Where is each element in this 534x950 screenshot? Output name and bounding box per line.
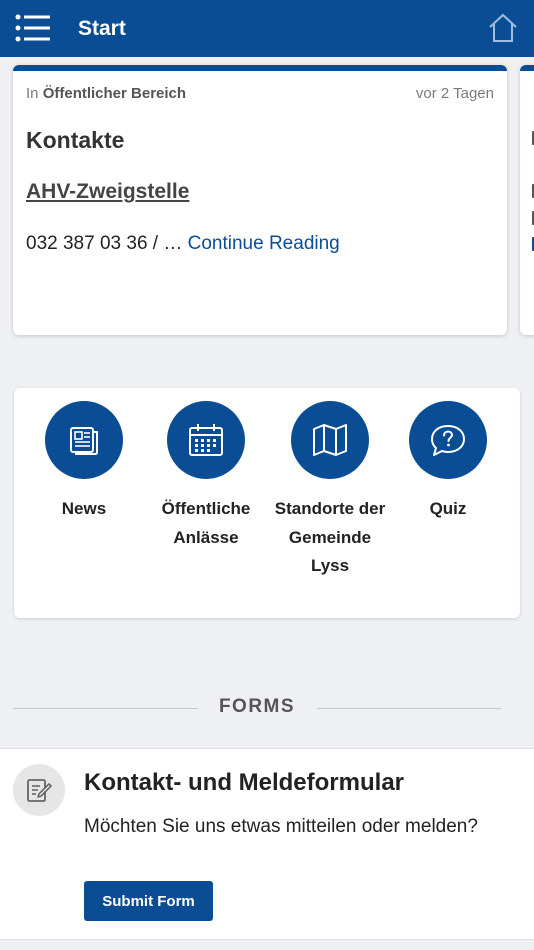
card-heading-link[interactable]: AHV-Zweigstelle [26, 180, 189, 204]
quick-link-locations[interactable]: Standorte der Gemeinde Lyss [270, 401, 390, 581]
map-icon [291, 401, 369, 479]
top-app-bar: Start [0, 0, 534, 57]
quick-link-label: Quiz [429, 499, 467, 518]
list-menu-icon[interactable] [14, 14, 54, 42]
quick-links-panel: News Öffentliche Anlässe Standorte der G… [14, 388, 520, 618]
forms-section-label: FORMS [218, 696, 296, 717]
meta-prefix: In [26, 85, 39, 102]
card-category[interactable]: Öffentlicher Bereich [43, 85, 186, 102]
form-title: Kontakt- und Meldeformular [84, 769, 405, 796]
card-excerpt-text: 032 387 03 36 / … [26, 233, 183, 254]
continue-reading-link[interactable]: Continue Reading [188, 233, 340, 254]
quick-link-label: Standorte der Gemeinde Lyss [274, 499, 386, 575]
card-meta: In Öffentlicher Bereich vor 2 Tagen [26, 85, 494, 102]
question-bubble-icon [409, 401, 487, 479]
card-title: Kontakte [26, 127, 125, 153]
card-timestamp: vor 2 Tagen [415, 85, 494, 102]
calendar-icon [167, 401, 245, 479]
edit-form-icon [13, 764, 65, 816]
quick-link-events[interactable]: Öffentliche Anlässe [146, 401, 266, 552]
form-card: Kontakt- und Meldeformular Möchten Sie u… [0, 748, 534, 940]
quick-link-news[interactable]: News [24, 401, 144, 524]
submit-form-button[interactable]: Submit Form [84, 881, 213, 921]
news-carousel[interactable]: In Öffentlicher Bereich vor 2 Tagen Kont… [0, 57, 534, 347]
quick-link-quiz[interactable]: Quiz [388, 401, 508, 524]
divider-line [317, 708, 501, 709]
quick-link-label: Öffentliche Anlässe [161, 499, 251, 547]
post-card[interactable]: In Öffentlicher Bereich vor 2 Tagen Kont… [13, 65, 507, 335]
forms-section-header: FORMS [13, 693, 501, 723]
form-description: Möchten Sie uns etwas mitteilen oder mel… [84, 816, 478, 837]
home-icon[interactable] [488, 12, 518, 44]
newspaper-icon [45, 401, 123, 479]
page-title: Start [78, 17, 126, 40]
next-post-card[interactable] [520, 65, 534, 335]
quick-link-label: News [61, 499, 107, 518]
card-excerpt: 032 387 03 36 / … Continue Reading [26, 233, 340, 255]
